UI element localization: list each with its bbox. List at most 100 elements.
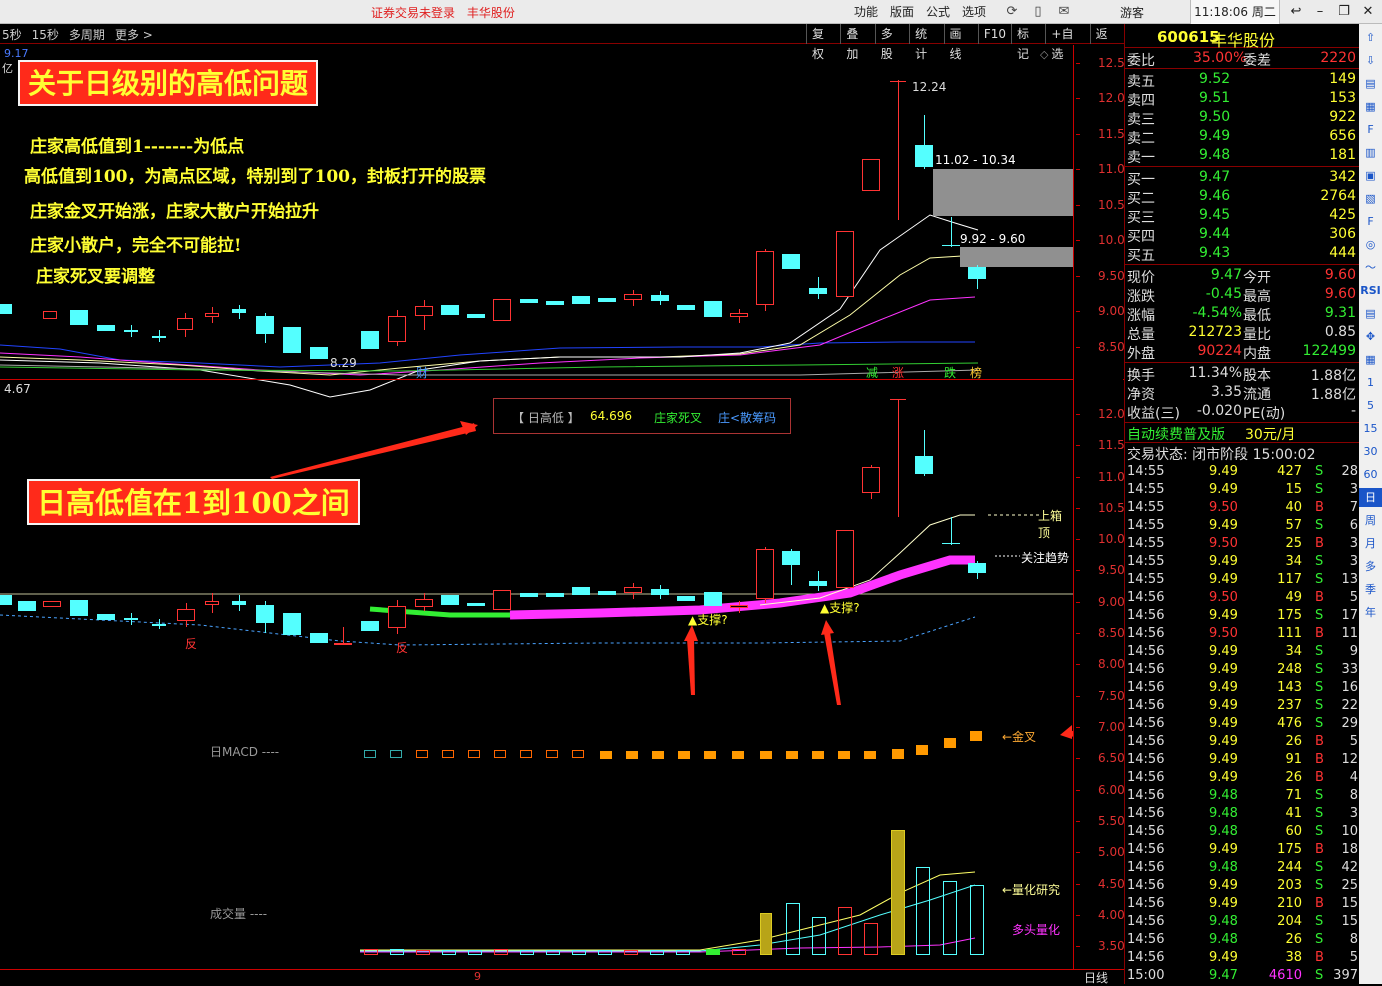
tick-side: S (1315, 806, 1324, 821)
tick-count: 5 (1349, 734, 1358, 749)
stat-row: 涨幅 -4.54% 最低 9.31 (1125, 305, 1360, 324)
tick-count: 7 (1349, 500, 1358, 515)
stat-row: 总量 212723 量比 0.85 (1125, 324, 1360, 343)
fund-icon[interactable]: ▣ (1359, 166, 1382, 185)
tool-add-watch[interactable]: +自选 (1045, 24, 1089, 61)
candle (18, 601, 36, 613)
book-icon[interactable]: ▤ (1359, 304, 1382, 323)
period-season[interactable]: 季 (1359, 580, 1382, 599)
menu-options[interactable]: 选项 (956, 3, 992, 21)
buy-row[interactable]: 买三 9.45 425 (1125, 207, 1360, 226)
candle (782, 250, 800, 272)
period-week[interactable]: 周 (1359, 511, 1382, 530)
tick-price: 9.49 (1209, 842, 1238, 857)
f-icon[interactable]: F (1359, 120, 1382, 139)
candle (124, 613, 138, 625)
indicator-legend[interactable]: 【 日高低 】 64.696 庄家死叉 庄<散筹码 (493, 398, 791, 434)
tool-f10[interactable]: F10 (977, 24, 1011, 44)
refresh-icon[interactable]: ⟳ (1000, 2, 1024, 22)
tick-list[interactable]: 14:55 9.49 427 S 28 14:55 9.49 15 S 3 14:55 9.50 40 B… (1125, 464, 1360, 984)
menu-function[interactable]: 功能 (848, 3, 884, 21)
buy-row[interactable]: 买五 9.43 444 (1125, 245, 1360, 264)
close-icon[interactable]: ✕ (1356, 2, 1380, 22)
period-15s[interactable]: 15秒 (32, 26, 59, 43)
period-multi[interactable]: 多周期 (69, 26, 105, 43)
tick-row: 14:56 9.49 34 S 9 (1125, 644, 1360, 662)
tick-time: 14:55 (1127, 500, 1165, 515)
book-label: 买三 (1127, 210, 1155, 226)
book-label: 卖二 (1127, 131, 1155, 147)
period-day[interactable]: 日 (1359, 488, 1382, 507)
tool-multi-stock[interactable]: 多股 (874, 24, 909, 61)
tool-stats[interactable]: 统计 (909, 24, 943, 61)
maximize-icon[interactable]: ❐ (1332, 2, 1356, 22)
f2-icon[interactable]: F (1359, 212, 1382, 231)
golden-cross-label: ←金叉 (1002, 730, 1037, 744)
period-indicator[interactable]: 日线 (1084, 969, 1108, 986)
guest-label[interactable]: 游客 (1120, 4, 1144, 21)
rsi-button[interactable]: RSI (1359, 281, 1382, 300)
corner-unit: 亿 (2, 62, 13, 75)
macd-bar (678, 751, 690, 759)
promo-bar[interactable]: 自动续费普及版 30元/月 (1125, 423, 1360, 443)
trend-icon[interactable]: 〜 (1359, 258, 1382, 277)
mail-icon[interactable]: ✉ (1052, 2, 1076, 22)
axis-tick: 4.00 (1076, 908, 1125, 922)
tick-volume: 427 (1277, 464, 1302, 479)
tool-mark[interactable]: 标记 (1011, 24, 1045, 61)
indicator-icon[interactable]: ▧ (1359, 189, 1382, 208)
info-icon[interactable]: ▤ (1359, 74, 1382, 93)
back-icon[interactable]: ↩ (1284, 2, 1308, 22)
sell-row[interactable]: 卖三 9.50 922 (1125, 109, 1360, 128)
tool-back[interactable]: 返回 (1089, 24, 1124, 61)
buy-row[interactable]: 买四 9.44 306 (1125, 226, 1360, 245)
sell-row[interactable]: 卖二 9.49 656 (1125, 128, 1360, 147)
minimize-icon[interactable]: – (1308, 2, 1332, 22)
bull-quant-label: 多头量化 (1012, 923, 1061, 937)
tick-price: 9.48 (1209, 788, 1238, 803)
login-notice[interactable]: 证券交易未登录 丰华股份 (371, 4, 523, 21)
tool-draw[interactable]: 画线 (943, 24, 978, 61)
chart-settings-icon[interactable]: ◇ (1040, 48, 1048, 61)
period-month[interactable]: 月 (1359, 534, 1382, 553)
candle (283, 613, 301, 637)
period-year[interactable]: 年 (1359, 603, 1382, 622)
tick-side: S (1315, 698, 1324, 713)
sell-row[interactable]: 卖五 9.52 149 (1125, 71, 1360, 90)
tool-overlay[interactable]: 叠加 (840, 24, 874, 61)
period-15min[interactable]: 15 (1359, 419, 1382, 438)
sell-row[interactable]: 卖四 9.51 153 (1125, 90, 1360, 109)
buy-row[interactable]: 买二 9.46 2764 (1125, 188, 1360, 207)
promo-text[interactable]: 自动续费普及版 (1127, 424, 1225, 444)
chart-zoom-icon[interactable]: ◇ (1055, 48, 1063, 61)
news-icon[interactable]: ▦ (1359, 97, 1382, 116)
buy-row[interactable]: 买一 9.47 342 (1125, 169, 1360, 188)
scroll-up-icon[interactable]: ⇧ (1359, 28, 1382, 47)
promo-price[interactable]: 30元/月 (1245, 424, 1296, 444)
period-5min[interactable]: 5 (1359, 396, 1382, 415)
candle (232, 595, 246, 611)
move-icon[interactable]: ✥ (1359, 327, 1382, 346)
period-multi-day[interactable]: 多 (1359, 557, 1382, 576)
period-30min[interactable]: 30 (1359, 442, 1382, 461)
stat-label: PE(动) (1243, 406, 1286, 422)
trade-login-status[interactable]: 证券交易未登录 (371, 6, 455, 20)
kline-chart[interactable]: 9.17 亿 12.24 8.29 11.02 - 10.34 9.92 - 9… (0, 45, 1073, 969)
tick-count: 25 (1341, 878, 1358, 893)
period-more[interactable]: 更多 > (115, 26, 153, 43)
circle-icon[interactable]: ◎ (1359, 235, 1382, 254)
menu-layout[interactable]: 版面 (884, 3, 920, 21)
tool-adjust[interactable]: 复权 (806, 24, 840, 61)
sell-row[interactable]: 卖一 9.48 181 (1125, 147, 1360, 166)
grid-icon[interactable]: ▦ (1359, 350, 1382, 369)
macd-bar (600, 751, 612, 759)
tick-row: 14:56 9.49 91 B 12 (1125, 752, 1360, 770)
stock-name-link[interactable]: 丰华股份 (467, 6, 515, 20)
chart-type-icon[interactable]: ▥ (1359, 143, 1382, 162)
period-1min[interactable]: 1 (1359, 373, 1382, 392)
menu-formula[interactable]: 公式 (920, 3, 956, 21)
phone-icon[interactable]: ▯ (1026, 2, 1050, 22)
period-5s[interactable]: 5秒 (2, 26, 22, 43)
page-up-icon[interactable]: ⇩ (1359, 51, 1382, 70)
period-60min[interactable]: 60 (1359, 465, 1382, 484)
